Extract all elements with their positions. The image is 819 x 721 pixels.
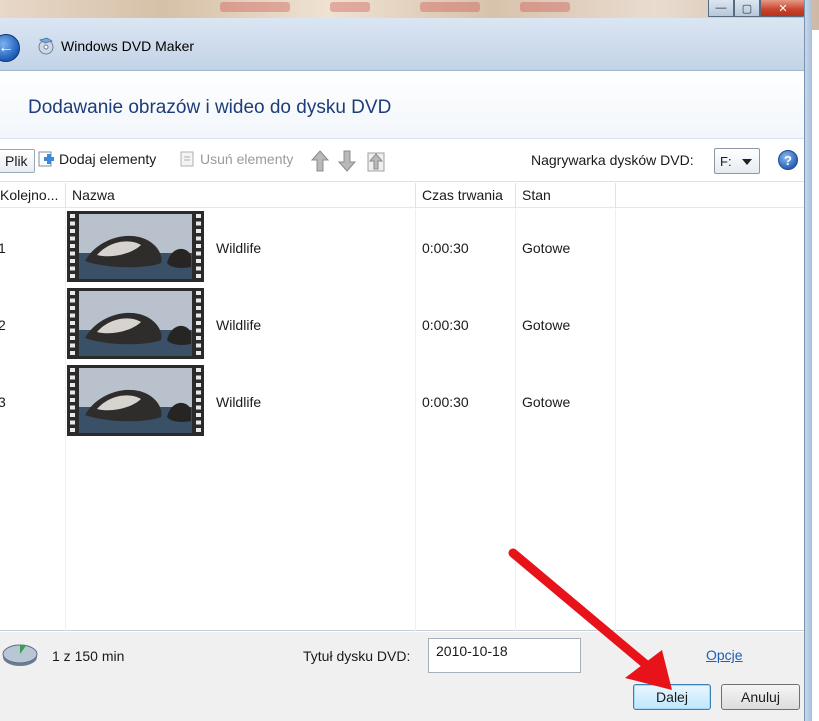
row-status: Gotowe xyxy=(522,394,571,410)
column-header-status[interactable]: Stan xyxy=(516,183,616,208)
row-name: Wildlife xyxy=(216,317,262,333)
video-thumbnail xyxy=(67,365,204,436)
move-up-icon[interactable] xyxy=(311,150,329,172)
remove-items-icon xyxy=(180,151,194,167)
row-number: 3 xyxy=(0,394,6,410)
row-number: 1 xyxy=(0,240,6,256)
list-header: Kolejno... Nazwa Czas trwania Stan xyxy=(0,183,812,208)
row-status: Gotowe xyxy=(522,317,571,333)
disc-capacity-icon xyxy=(2,644,38,666)
maximize-button[interactable]: ▢ xyxy=(734,0,760,17)
close-button[interactable]: ✕ xyxy=(760,0,806,17)
dvd-title-input[interactable]: 2010-10-18 xyxy=(428,638,581,673)
burner-selected-value: F: xyxy=(720,153,732,169)
row-duration: 0:00:30 xyxy=(422,317,469,333)
page-title: Dodawanie obrazów i wideo do dysku DVD xyxy=(28,97,392,118)
window-frame-right xyxy=(804,0,812,721)
row-name: Wildlife xyxy=(216,240,262,256)
capacity-text: 1 z 150 min xyxy=(52,648,125,664)
table-row[interactable]: 2 Wildlife 0:00:30 Gotowe xyxy=(0,287,812,361)
column-header-duration[interactable]: Czas trwania xyxy=(416,183,516,208)
table-row[interactable]: 1 Wildlife 0:00:30 Gotowe xyxy=(0,210,812,284)
dvd-maker-window: — ▢ ✕ ← Windows DVD Maker Dodawanie obra… xyxy=(0,0,812,721)
row-duration: 0:00:30 xyxy=(422,394,469,410)
app-title: Windows DVD Maker xyxy=(61,38,195,54)
window-controls: — ▢ ✕ xyxy=(708,0,806,17)
dvd-maker-app-icon xyxy=(38,37,54,55)
minimize-button[interactable]: — xyxy=(708,0,734,17)
file-menu-button[interactable]: Plik xyxy=(0,149,35,173)
cancel-button[interactable]: Anuluj xyxy=(721,684,800,710)
remove-items-label: Usuń elementy xyxy=(200,151,294,167)
next-button[interactable]: Dalej xyxy=(633,684,711,710)
help-icon[interactable]: ? xyxy=(778,150,798,170)
back-button[interactable]: ← xyxy=(0,34,20,62)
options-link[interactable]: Opcje xyxy=(706,647,743,663)
back-arrow-icon: ← xyxy=(0,39,14,56)
title-bar: ← Windows DVD Maker xyxy=(0,18,812,71)
row-duration: 0:00:30 xyxy=(422,240,469,256)
column-header-name[interactable]: Nazwa xyxy=(66,183,416,208)
video-thumbnail xyxy=(67,288,204,359)
column-header-order[interactable]: Kolejno... xyxy=(0,183,66,208)
burner-label: Nagrywarka dysków DVD: xyxy=(531,152,694,168)
media-list: 1 Wildlife 0:00:30 Gotowe 2 Wildlife 0:0… xyxy=(0,209,812,631)
row-name: Wildlife xyxy=(216,394,262,410)
chevron-down-icon xyxy=(742,159,752,165)
table-row[interactable]: 3 Wildlife 0:00:30 Gotowe xyxy=(0,364,812,438)
burner-dropdown[interactable]: F: xyxy=(714,148,760,174)
move-top-icon[interactable] xyxy=(367,150,385,172)
video-thumbnail xyxy=(67,211,204,282)
row-number: 2 xyxy=(0,317,6,333)
row-status: Gotowe xyxy=(522,240,571,256)
dvd-title-label: Tytuł dysku DVD: xyxy=(303,648,411,664)
toolbar: Plik Dodaj elementy Usuń elementy Nagryw… xyxy=(0,140,812,182)
footer-bar: 1 z 150 min Tytuł dysku DVD: 2010-10-18 … xyxy=(0,632,812,721)
page-header: Dodawanie obrazów i wideo do dysku DVD xyxy=(0,71,812,139)
move-down-icon[interactable] xyxy=(338,150,356,172)
add-items-label: Dodaj elementy xyxy=(59,151,157,167)
remove-items-button[interactable]: Usuń elementy xyxy=(178,150,293,168)
add-items-icon xyxy=(38,151,54,167)
add-items-button[interactable]: Dodaj elementy xyxy=(37,150,156,168)
